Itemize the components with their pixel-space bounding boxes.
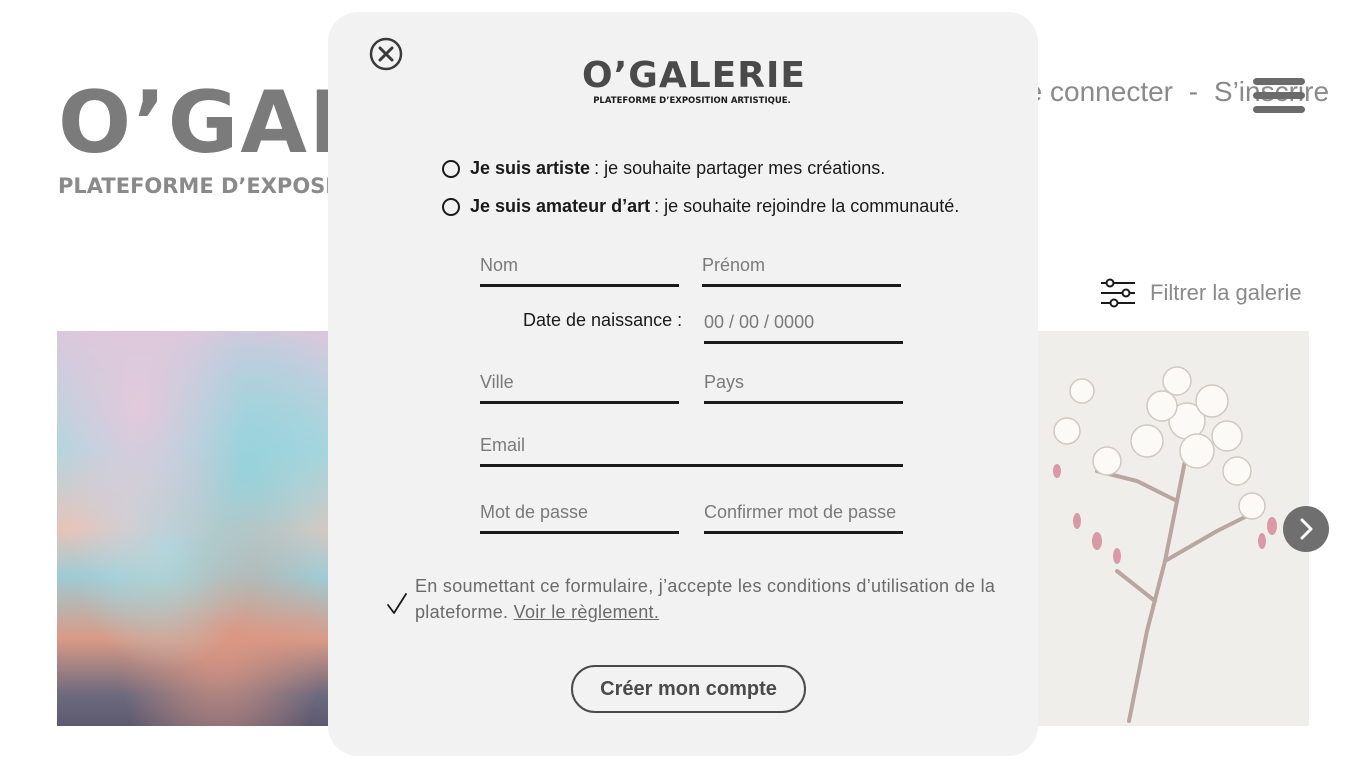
- signup-modal: O’GALERIE PLATEFORME D’EXPOSITION ARTIST…: [328, 12, 1038, 756]
- sliders-icon: [1101, 278, 1135, 308]
- nom-field[interactable]: Nom: [480, 252, 679, 287]
- role-amateur-title: Je suis amateur d’art: [470, 196, 651, 216]
- close-circle-icon: [369, 37, 403, 71]
- checkmark-icon: [387, 593, 407, 614]
- ville-field[interactable]: Ville: [480, 369, 679, 404]
- terms-link[interactable]: Voir le règlement.: [514, 602, 659, 622]
- birthdate-label: Date de naissance :: [523, 310, 683, 330]
- terms-text: En soumettant ce formulaire, j’accepte l…: [415, 573, 1010, 625]
- nav-separator: -: [1188, 76, 1199, 107]
- confirm-password-field[interactable]: Confirmer mot de passe: [704, 498, 903, 534]
- role-option-amateur[interactable]: Je suis amateur d’art : je souhaite rejo…: [442, 196, 959, 217]
- ville-placeholder: Ville: [480, 372, 514, 392]
- role-artist-text: : je souhaite partager mes créations.: [594, 158, 886, 178]
- chevron-right-icon: [1300, 518, 1313, 540]
- role-amateur-text: : je souhaite rejoindre la communauté.: [654, 196, 960, 216]
- modal-logo: O’GALERIE PLATEFORME D’EXPOSITION ARTIST…: [582, 55, 806, 107]
- pays-placeholder: Pays: [704, 372, 745, 392]
- birthdate-placeholder: 00 / 00 / 0000: [704, 312, 815, 332]
- artwork-abstract-image[interactable]: [57, 331, 329, 726]
- radio-artist[interactable]: [442, 159, 460, 178]
- prenom-field[interactable]: Prénom: [702, 252, 901, 287]
- hamburger-icon[interactable]: [1253, 78, 1305, 114]
- terms-checkbox[interactable]: [386, 592, 408, 616]
- birthdate-field[interactable]: 00 / 00 / 0000: [704, 308, 903, 344]
- carousel-next-button[interactable]: [1283, 506, 1329, 552]
- role-artist-title: Je suis artiste: [470, 158, 591, 178]
- modal-logo-subtitle: PLATEFORME D’EXPOSITION ARTISTIQUE.: [593, 96, 791, 106]
- email-field[interactable]: Email: [480, 432, 903, 467]
- filter-gallery-label: Filtrer la galerie: [1150, 280, 1302, 305]
- password-field[interactable]: Mot de passe: [480, 498, 679, 534]
- artwork-cherry-blossom-image[interactable]: [1037, 331, 1309, 726]
- terms-statement: En soumettant ce formulaire, j’accepte l…: [415, 576, 996, 622]
- role-option-artist[interactable]: Je suis artiste : je souhaite partager m…: [442, 158, 885, 179]
- nom-placeholder: Nom: [480, 255, 519, 275]
- filter-gallery-button[interactable]: Filtrer la galerie: [1100, 276, 1302, 310]
- password-placeholder: Mot de passe: [480, 502, 589, 522]
- radio-amateur[interactable]: [442, 197, 460, 216]
- email-placeholder: Email: [480, 435, 526, 455]
- modal-logo-title: O’GALERIE: [582, 55, 806, 96]
- create-account-button[interactable]: Créer mon compte: [571, 665, 806, 713]
- pays-field[interactable]: Pays: [704, 369, 903, 404]
- prenom-placeholder: Prénom: [702, 255, 766, 275]
- close-modal-button[interactable]: [369, 37, 403, 71]
- confirm-password-placeholder: Confirmer mot de passe: [704, 502, 897, 522]
